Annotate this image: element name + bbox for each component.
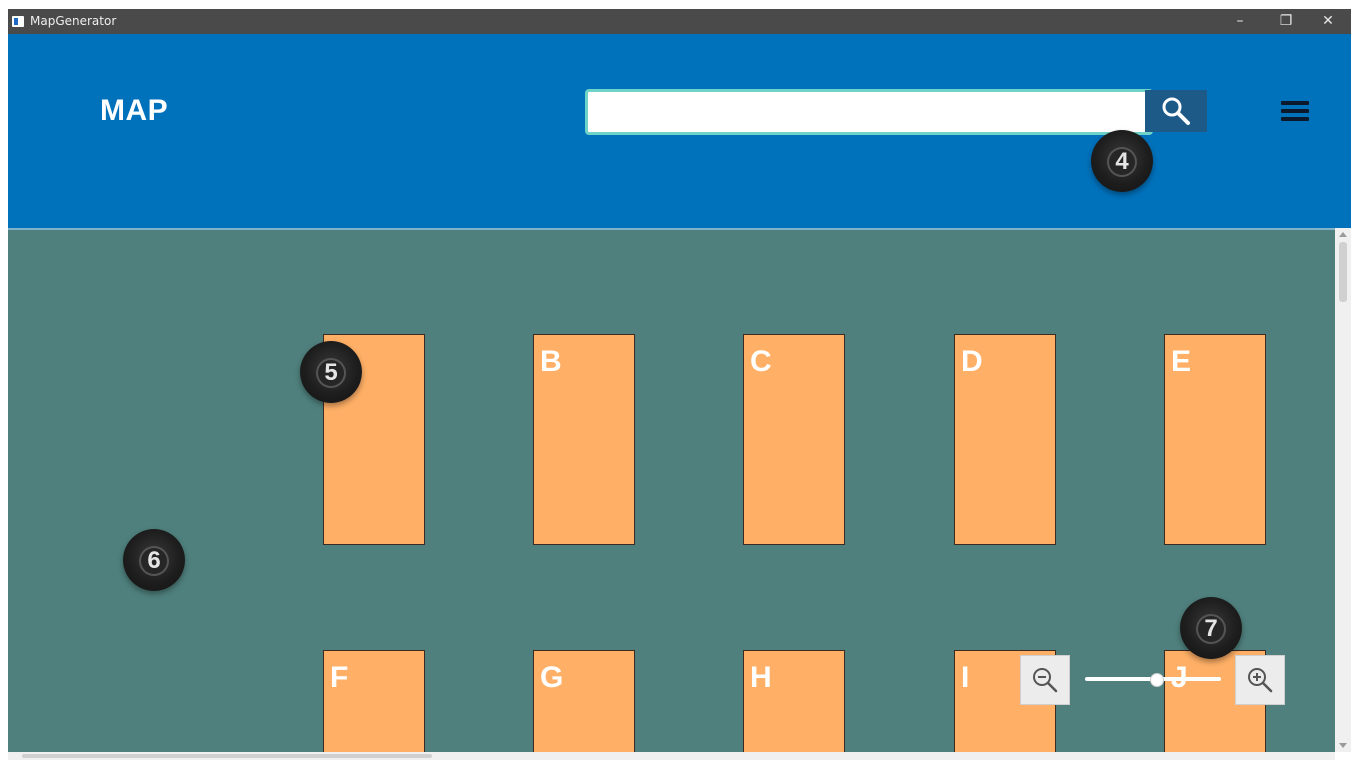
map-block-b[interactable]: B xyxy=(533,334,635,545)
map-divider xyxy=(8,228,1335,230)
block-label: G xyxy=(540,661,564,694)
horizontal-scrollbar[interactable] xyxy=(8,752,1335,760)
search-icon xyxy=(1162,97,1190,125)
block-label: B xyxy=(540,345,562,378)
hamburger-menu-icon xyxy=(1281,101,1309,105)
horizontal-scroll-thumb[interactable] xyxy=(22,754,432,758)
zoom-in-icon xyxy=(1248,668,1273,693)
maximize-button[interactable]: ❐ xyxy=(1263,9,1309,34)
block-label: E xyxy=(1171,345,1192,378)
scroll-up-icon[interactable] xyxy=(1339,232,1347,237)
search-button[interactable] xyxy=(1145,90,1207,132)
zoom-in-button[interactable] xyxy=(1235,655,1285,705)
page-title: MAP xyxy=(100,94,169,127)
zoom-out-icon xyxy=(1033,668,1058,693)
vertical-scrollbar[interactable] xyxy=(1335,228,1351,752)
block-label: C xyxy=(750,345,772,378)
map-block-h[interactable]: H xyxy=(743,650,845,752)
block-label: I xyxy=(961,661,970,694)
map-block-f[interactable]: F xyxy=(323,650,425,752)
annotation-marker-7: 7 xyxy=(1180,597,1242,659)
vertical-scroll-thumb[interactable] xyxy=(1339,242,1347,302)
map-block-e[interactable]: E xyxy=(1164,334,1266,545)
annotation-marker-4: 4 xyxy=(1091,130,1153,192)
hamburger-menu-icon xyxy=(1281,117,1309,121)
annotation-marker-5: 5 xyxy=(300,341,362,403)
block-label: F xyxy=(330,661,349,694)
window-title: MapGenerator xyxy=(30,14,117,28)
map-canvas[interactable]: B C D E F G H I J 5 6 7 xyxy=(8,228,1335,752)
close-button[interactable]: ✕ xyxy=(1305,9,1351,34)
zoom-slider-knob[interactable] xyxy=(1149,673,1164,687)
scroll-down-icon[interactable] xyxy=(1339,743,1347,748)
menu-button[interactable] xyxy=(1278,96,1312,126)
app-icon xyxy=(12,16,24,27)
block-label: H xyxy=(750,661,772,694)
hamburger-menu-icon xyxy=(1281,109,1309,113)
block-label: D xyxy=(961,345,983,378)
map-block-c[interactable]: C xyxy=(743,334,845,545)
app-header: MAP 4 xyxy=(8,34,1351,228)
window-titlebar: MapGenerator – ❐ ✕ xyxy=(8,9,1351,34)
map-block-g[interactable]: G xyxy=(533,650,635,752)
map-block-d[interactable]: D xyxy=(954,334,1056,545)
zoom-out-button[interactable] xyxy=(1020,655,1070,705)
search-input[interactable] xyxy=(585,89,1153,135)
minimize-button[interactable]: – xyxy=(1217,9,1263,34)
annotation-marker-6: 6 xyxy=(123,529,185,591)
